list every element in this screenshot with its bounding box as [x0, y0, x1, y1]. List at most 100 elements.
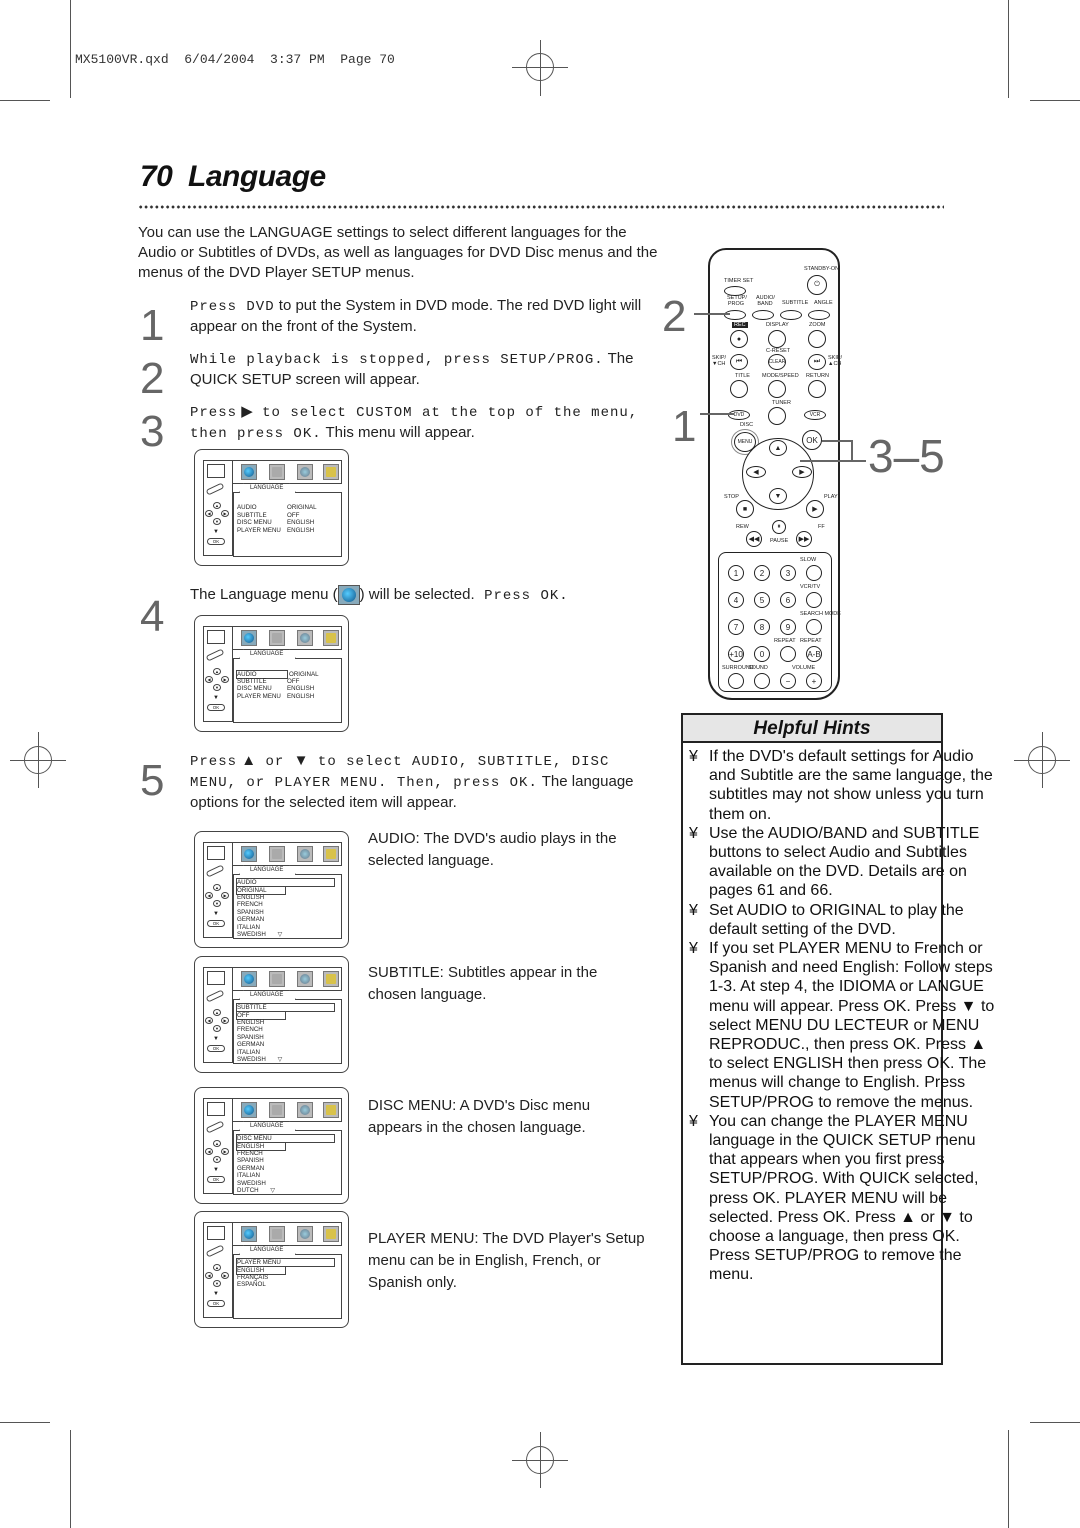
clear-button[interactable]: CLEAR — [768, 354, 786, 370]
screen-icon — [269, 464, 285, 480]
player-menu-description: PLAYER MENU: The DVD Player's Setup menu… — [368, 1230, 645, 1291]
osd-option: ITALIAN — [237, 1172, 260, 1179]
digit-9-button[interactable]: 9 — [780, 619, 796, 635]
display-button[interactable] — [768, 330, 786, 348]
vol-up-button[interactable]: + — [806, 673, 822, 689]
subtitle-button[interactable] — [780, 310, 802, 320]
button-label: REPEAT — [800, 638, 822, 644]
digit-8-button[interactable]: 8 — [754, 619, 770, 635]
ok-button[interactable]: OK — [802, 430, 822, 450]
rec-button[interactable]: ● — [730, 330, 748, 348]
play-button[interactable]: ▶ — [806, 500, 824, 518]
slow-button[interactable] — [806, 565, 822, 581]
button-label: SEARCH MODE — [800, 611, 841, 617]
hint-text: If the DVD's default settings for Audio … — [709, 748, 993, 823]
callout-leader — [851, 440, 853, 461]
helpful-hints-title: Helpful Hints — [683, 715, 941, 743]
step-text: Press ▶ to select CUSTOM at the top of t… — [190, 403, 639, 442]
mode-speed-button[interactable] — [768, 380, 786, 398]
digit-3-button[interactable]: 3 — [780, 565, 796, 581]
power-button[interactable]: ⏻ — [807, 275, 827, 295]
hint-text: You can change the PLAYER MENU language … — [709, 1112, 979, 1284]
bullet-icon: ¥ — [689, 748, 698, 765]
tv-icon — [207, 1102, 225, 1116]
search-button[interactable] — [806, 619, 822, 635]
zoom-button[interactable] — [808, 330, 826, 348]
callout-step-3-5: 3–5 — [868, 430, 945, 482]
callout-leader — [800, 460, 866, 462]
intro-paragraph: You can use the LANGUAGE settings to sel… — [138, 224, 658, 281]
osd-menu-row: PLAYER MENU ENGLISH — [237, 526, 315, 534]
return-button[interactable] — [808, 380, 826, 398]
osd-option: SWEDISH ▽ — [237, 931, 283, 938]
down-arrow-icon: ▼ — [213, 1167, 219, 1173]
angle-button[interactable] — [808, 310, 830, 320]
digit-4-button[interactable]: 4 — [728, 592, 744, 608]
settings-icon — [297, 846, 313, 862]
audio-description: AUDIO: The DVD's audio plays in the sele… — [368, 830, 617, 869]
title-button[interactable] — [730, 380, 748, 398]
page-title: 70 Language — [140, 160, 326, 194]
plus10-button[interactable]: +10 — [728, 646, 744, 662]
pause-button[interactable]: ⏸ — [772, 520, 786, 534]
remote-control: STANDBY-ON ⏻ TIMER SET SETUP/ PROG AUDIO… — [708, 248, 842, 700]
file-slug: MX5100VR.qxd 6/04/2004 3:37 PM Page 70 — [75, 52, 395, 67]
digit-5-button[interactable]: 5 — [754, 592, 770, 608]
crop-mark — [70, 0, 71, 98]
surround-button[interactable] — [728, 673, 744, 689]
dpad-icon: ▲ ◀ ▶ ▼ — [205, 1009, 229, 1033]
sound-button[interactable] — [754, 673, 770, 689]
ff-button[interactable]: ▶▶ — [796, 531, 812, 547]
osd-option: ENGLISH — [237, 1018, 265, 1026]
hint-item: ¥ If you set PLAYER MENU to French or Spa… — [689, 939, 999, 1112]
osd-menu-row: AUDIO ORIGINAL — [237, 504, 317, 511]
setup-prog-button[interactable] — [724, 310, 746, 320]
dvd-button[interactable]: DVD — [728, 410, 750, 420]
down-arrow-icon: ▼ — [213, 1291, 219, 1297]
audio-band-button[interactable] — [752, 310, 774, 320]
rew-button[interactable]: ◀◀ — [746, 531, 762, 547]
osd-option: GERMAN — [237, 1041, 265, 1048]
callout-leader — [694, 313, 730, 315]
digit-7-button[interactable]: 7 — [728, 619, 744, 635]
down-button[interactable]: ▼ — [769, 488, 787, 504]
stop-button[interactable]: ■ — [736, 500, 754, 518]
vcrtv-button[interactable] — [806, 592, 822, 608]
globe-icon — [241, 630, 257, 646]
repeat-button[interactable] — [780, 646, 796, 662]
ab-button[interactable]: A-B — [806, 646, 822, 662]
globe-icon — [241, 464, 257, 480]
osd-option: FRENCH — [237, 901, 263, 908]
osd-option: FRANÇAIS — [237, 1273, 269, 1281]
lock-icon — [323, 464, 339, 480]
digit-0-button[interactable]: 0 — [754, 646, 770, 662]
button-label: SOUND — [748, 665, 768, 671]
hint-item: ¥ Use the AUDIO/BAND and SUBTITLE buttons… — [689, 824, 999, 901]
digit-1-button[interactable]: 1 — [728, 565, 744, 581]
tuner-button[interactable] — [768, 407, 786, 425]
screen-icon — [269, 1226, 285, 1242]
osd-menu-row: DISC MENU ENGLISH — [237, 685, 315, 692]
button-label: REPEAT — [774, 638, 796, 644]
crop-mark — [1008, 1430, 1009, 1528]
up-button[interactable]: ▲ — [769, 440, 787, 456]
step-number: 3 — [140, 407, 165, 456]
osd-option: SPANISH — [237, 908, 264, 916]
left-button[interactable]: ◀ — [746, 466, 766, 478]
down-arrow-icon: ▼ — [213, 529, 219, 535]
osd-option: SPANISH — [237, 1033, 264, 1041]
vcr-button[interactable]: VCR — [804, 410, 826, 420]
digit-6-button[interactable]: 6 — [780, 592, 796, 608]
crop-mark — [1030, 1422, 1080, 1423]
crop-mark — [1030, 100, 1080, 101]
right-button[interactable]: ▶ — [792, 466, 812, 478]
skip-forward-button[interactable]: ⏭ — [808, 354, 826, 370]
screen-icon — [269, 630, 285, 646]
tv-icon — [207, 1226, 225, 1240]
osd-tab-language: LANGUAGE — [239, 990, 297, 1000]
digit-2-button[interactable]: 2 — [754, 565, 770, 581]
osd-screen-audio-selected: ▲ ◀ ▶ ▼ ▼ OK LANGUAGE AUDIO ORIGINAL SUBTITLE OFF D… — [194, 615, 349, 732]
button-label: VOLUME — [792, 665, 816, 671]
skip-back-button[interactable]: ⏮ — [730, 354, 748, 370]
vol-down-button[interactable]: − — [780, 673, 796, 689]
